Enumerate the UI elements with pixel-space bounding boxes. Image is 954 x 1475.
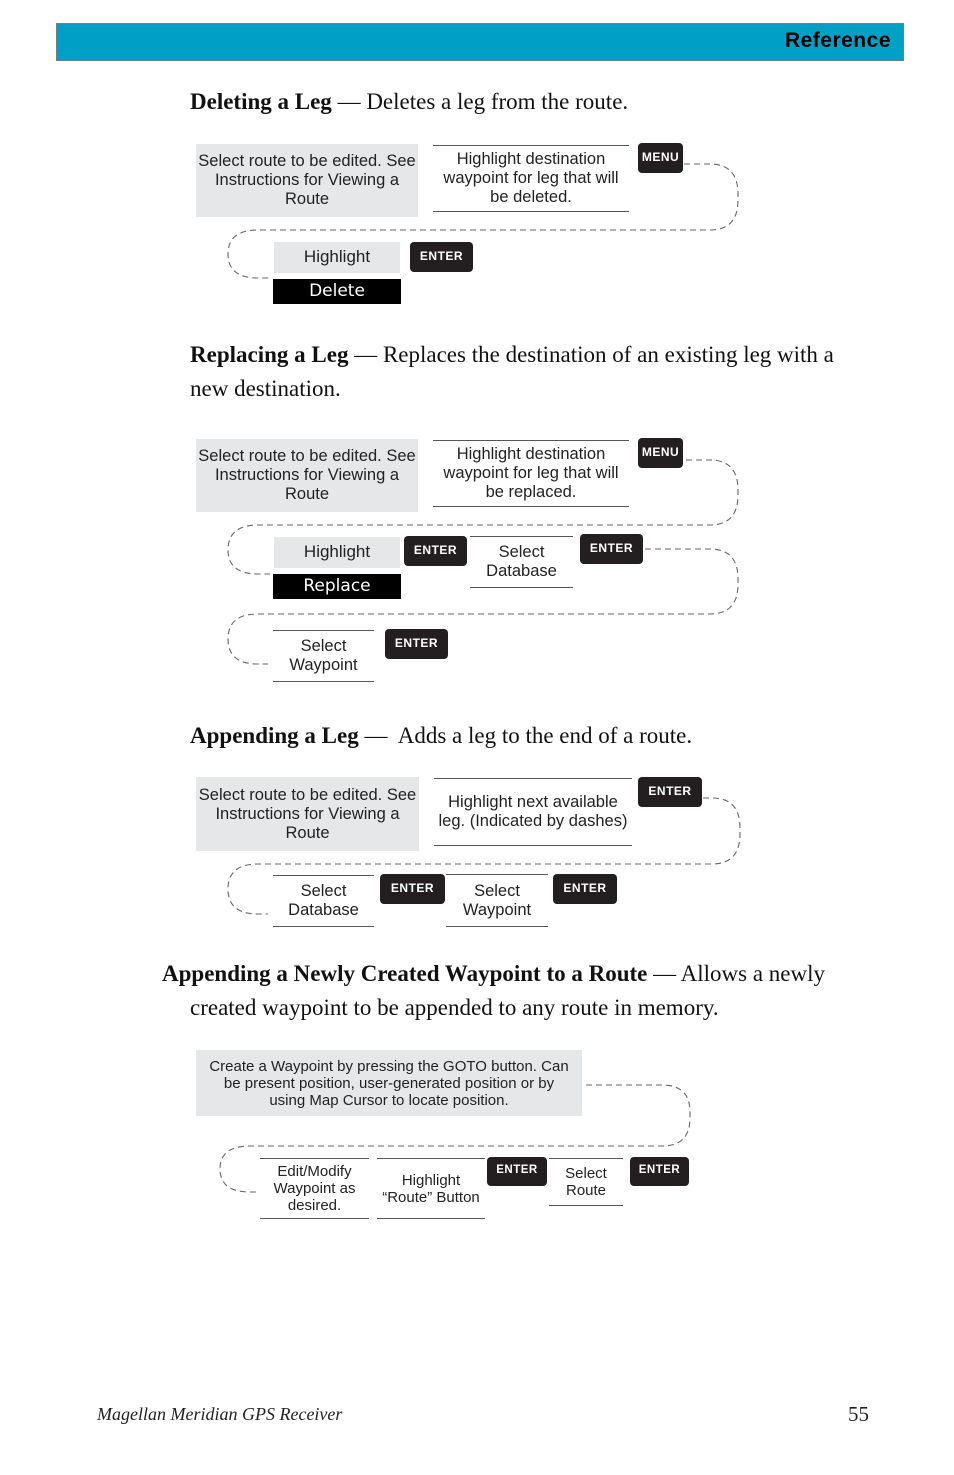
section-title: Reference: [784, 29, 891, 52]
step-select-waypoint: Select Waypoint: [446, 874, 548, 927]
screen-option-replace: Replace: [273, 574, 401, 599]
section-heading-appending-waypoint: Appending a Newly Created Waypoint to a …: [162, 957, 825, 991]
step-highlight-next-leg: Highlight next available leg. (Indicated…: [434, 778, 632, 846]
step-edit-modify-waypoint: Edit/Modify Waypoint as desired.: [260, 1158, 369, 1219]
step-select-database: Select Database: [273, 875, 374, 927]
section-header-bar: Reference: [56, 23, 904, 61]
screen-highlight-label: Highlight: [274, 537, 400, 568]
section-heading-continuation: new destination.: [190, 376, 341, 401]
heading-description: Allows a newly: [680, 961, 825, 986]
heading-dash: —: [647, 961, 681, 986]
menu-key-icon: MENU: [638, 438, 683, 468]
enter-key-icon: ENTER: [638, 777, 702, 807]
screen-highlight-label: Highlight: [274, 242, 400, 273]
footer-manual-title: Magellan Meridian GPS Receiver: [97, 1404, 343, 1424]
enter-key-icon: ENTER: [487, 1157, 547, 1186]
heading-description: Adds a leg to the end of a route.: [397, 723, 693, 748]
section-heading-appending-leg: Appending a Leg — Adds a leg to the end …: [190, 719, 692, 753]
heading-dash: —: [348, 342, 383, 367]
enter-key-icon: ENTER: [553, 874, 617, 904]
enter-key-icon: ENTER: [385, 629, 448, 659]
step-highlight-route-button: Highlight “Route” Button: [377, 1158, 485, 1219]
step-select-waypoint: Select Waypoint: [273, 630, 374, 682]
heading-title: Replacing a Leg: [190, 342, 349, 367]
step-select-route: Select route to be edited. See Instructi…: [196, 144, 418, 217]
heading-title: Deleting a Leg: [190, 89, 332, 114]
step-select-route: Select route to be edited. See Instructi…: [196, 777, 419, 851]
menu-key-icon: MENU: [638, 143, 683, 173]
enter-key-icon: ENTER: [630, 1157, 689, 1186]
heading-dash: —: [358, 723, 398, 748]
enter-key-icon: ENTER: [580, 534, 643, 564]
heading-title: Appending a Leg: [190, 723, 359, 748]
step-create-waypoint: Create a Waypoint by pressing the GOTO b…: [196, 1050, 582, 1116]
section-heading-continuation: created waypoint to be appended to any r…: [190, 995, 719, 1020]
step-select-database: Select Database: [470, 536, 573, 588]
enter-key-icon: ENTER: [404, 536, 467, 566]
enter-key-icon: ENTER: [410, 242, 473, 272]
screen-option-delete: Delete: [273, 279, 401, 304]
section-heading-deleting-leg: Deleting a Leg — Deletes a leg from the …: [190, 85, 628, 119]
step-select-route: Select route to be edited. See Instructi…: [196, 439, 418, 512]
section-heading-replacing-leg: Replacing a Leg — Replaces the destinati…: [190, 338, 834, 372]
heading-title: Appending a Newly Created Waypoint to a …: [162, 961, 648, 986]
footer-page-number: 55: [848, 1402, 869, 1426]
enter-key-icon: ENTER: [380, 874, 445, 904]
heading-description: Replaces the destination of an existing …: [382, 342, 834, 367]
step-highlight-destination: Highlight destination waypoint for leg t…: [433, 145, 629, 212]
step-select-route: Select Route: [549, 1158, 623, 1206]
heading-dash: —: [331, 89, 367, 114]
heading-description: Deletes a leg from the route.: [366, 89, 629, 114]
step-highlight-destination: Highlight destination waypoint for leg t…: [433, 440, 629, 507]
